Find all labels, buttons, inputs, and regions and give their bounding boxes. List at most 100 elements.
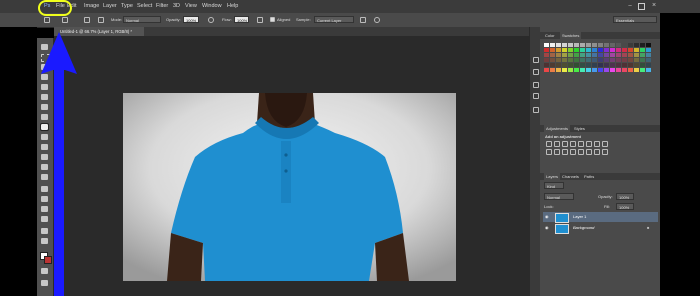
swatch[interactable]: [628, 43, 633, 47]
tab-layers[interactable]: Layers: [544, 173, 561, 180]
swatch[interactable]: [628, 58, 633, 62]
swatch[interactable]: [640, 63, 645, 67]
black-white-icon[interactable]: [602, 141, 608, 147]
swatch[interactable]: [598, 58, 603, 62]
swatch[interactable]: [550, 58, 555, 62]
swatch[interactable]: [586, 53, 591, 57]
channel-mixer-icon[interactable]: [554, 149, 560, 155]
swatch[interactable]: [580, 48, 585, 52]
swatch[interactable]: [622, 63, 627, 67]
swatch[interactable]: [634, 58, 639, 62]
swatch[interactable]: [556, 63, 561, 67]
swatch[interactable]: [550, 53, 555, 57]
tab-swatches[interactable]: Swatches: [560, 32, 582, 39]
opacity-input[interactable]: 100%: [183, 16, 199, 23]
mode-select[interactable]: Normal: [123, 16, 161, 23]
swatch[interactable]: [622, 43, 627, 47]
swatch[interactable]: [598, 48, 603, 52]
swatch[interactable]: [640, 53, 645, 57]
swatch[interactable]: [604, 48, 609, 52]
visibility-eye-icon[interactable]: ◉: [545, 223, 549, 233]
swatch[interactable]: [586, 58, 591, 62]
swatch[interactable]: [556, 58, 561, 62]
swatch[interactable]: [616, 48, 621, 52]
pressure-opacity-icon[interactable]: [208, 17, 214, 23]
swatch[interactable]: [592, 68, 597, 72]
swatch[interactable]: [556, 68, 561, 72]
character-panel-icon[interactable]: [533, 82, 539, 88]
swatch[interactable]: [556, 48, 561, 52]
swatch[interactable]: [568, 53, 573, 57]
fill-input[interactable]: 100%: [616, 203, 634, 210]
swatch[interactable]: [604, 43, 609, 47]
swatch[interactable]: [574, 63, 579, 67]
color-lookup-icon[interactable]: [562, 149, 568, 155]
swatch[interactable]: [622, 68, 627, 72]
swatch[interactable]: [640, 43, 645, 47]
swatch[interactable]: [574, 53, 579, 57]
swatch[interactable]: [646, 68, 651, 72]
menu-type[interactable]: Type: [121, 3, 133, 9]
swatch[interactable]: [640, 48, 645, 52]
swatch[interactable]: [604, 53, 609, 57]
swatch[interactable]: [622, 48, 627, 52]
clone-source-panel-icon[interactable]: [84, 17, 90, 23]
swatch[interactable]: [622, 58, 627, 62]
swatch[interactable]: [640, 68, 645, 72]
swatch[interactable]: [598, 43, 603, 47]
swatch[interactable]: [550, 68, 555, 72]
menu-view[interactable]: View: [185, 3, 197, 9]
swatch[interactable]: [550, 43, 555, 47]
swatch[interactable]: [562, 63, 567, 67]
minimize-button[interactable]: –: [626, 2, 634, 10]
brush-presets-panel-icon[interactable]: [533, 107, 539, 113]
pressure-size-icon[interactable]: [374, 17, 380, 23]
swatch[interactable]: [646, 48, 651, 52]
swatch[interactable]: [556, 53, 561, 57]
swatch[interactable]: [598, 53, 603, 57]
swatch[interactable]: [616, 68, 621, 72]
swatch[interactable]: [568, 48, 573, 52]
ignore-adjustment-layers-icon[interactable]: [360, 17, 366, 23]
layer-row-layer-1[interactable]: ◉ Layer 1: [543, 212, 658, 223]
swatch[interactable]: [544, 48, 549, 52]
swatch[interactable]: [646, 63, 651, 67]
canvas-image[interactable]: [123, 93, 456, 281]
swatch[interactable]: [592, 43, 597, 47]
swatch[interactable]: [586, 68, 591, 72]
menu-image[interactable]: Image: [84, 3, 99, 9]
posterize-icon[interactable]: [578, 149, 584, 155]
levels-icon[interactable]: [554, 141, 560, 147]
flow-input[interactable]: 100%: [234, 16, 249, 23]
swatch[interactable]: [616, 58, 621, 62]
layer-row-background[interactable]: ◉ Background ■: [543, 223, 658, 234]
visibility-eye-icon[interactable]: ◉: [545, 212, 549, 222]
layer-kind-filter[interactable]: Kind: [544, 182, 564, 189]
swatch[interactable]: [556, 43, 561, 47]
swatch[interactable]: [634, 53, 639, 57]
swatch[interactable]: [628, 48, 633, 52]
vibrance-icon[interactable]: [578, 141, 584, 147]
swatch[interactable]: [562, 43, 567, 47]
swatch[interactable]: [580, 43, 585, 47]
menu-select[interactable]: Select: [137, 3, 152, 9]
swatch[interactable]: [610, 63, 615, 67]
swatch[interactable]: [604, 58, 609, 62]
swatch[interactable]: [634, 43, 639, 47]
photo-filter-icon[interactable]: [546, 149, 552, 155]
restore-button[interactable]: [638, 3, 645, 10]
swatch[interactable]: [616, 53, 621, 57]
history-panel-icon[interactable]: [533, 57, 539, 63]
tab-adjustments[interactable]: Adjustments: [544, 125, 571, 132]
swatch[interactable]: [544, 68, 549, 72]
swatch[interactable]: [574, 43, 579, 47]
swatch[interactable]: [562, 48, 567, 52]
swatch[interactable]: [544, 63, 549, 67]
swatch[interactable]: [610, 58, 615, 62]
workspace-select[interactable]: Essentials: [613, 16, 657, 23]
swatch[interactable]: [610, 48, 615, 52]
menu-filter[interactable]: Filter: [156, 3, 168, 9]
swatch[interactable]: [646, 53, 651, 57]
threshold-icon[interactable]: [586, 149, 592, 155]
swatch[interactable]: [568, 58, 573, 62]
